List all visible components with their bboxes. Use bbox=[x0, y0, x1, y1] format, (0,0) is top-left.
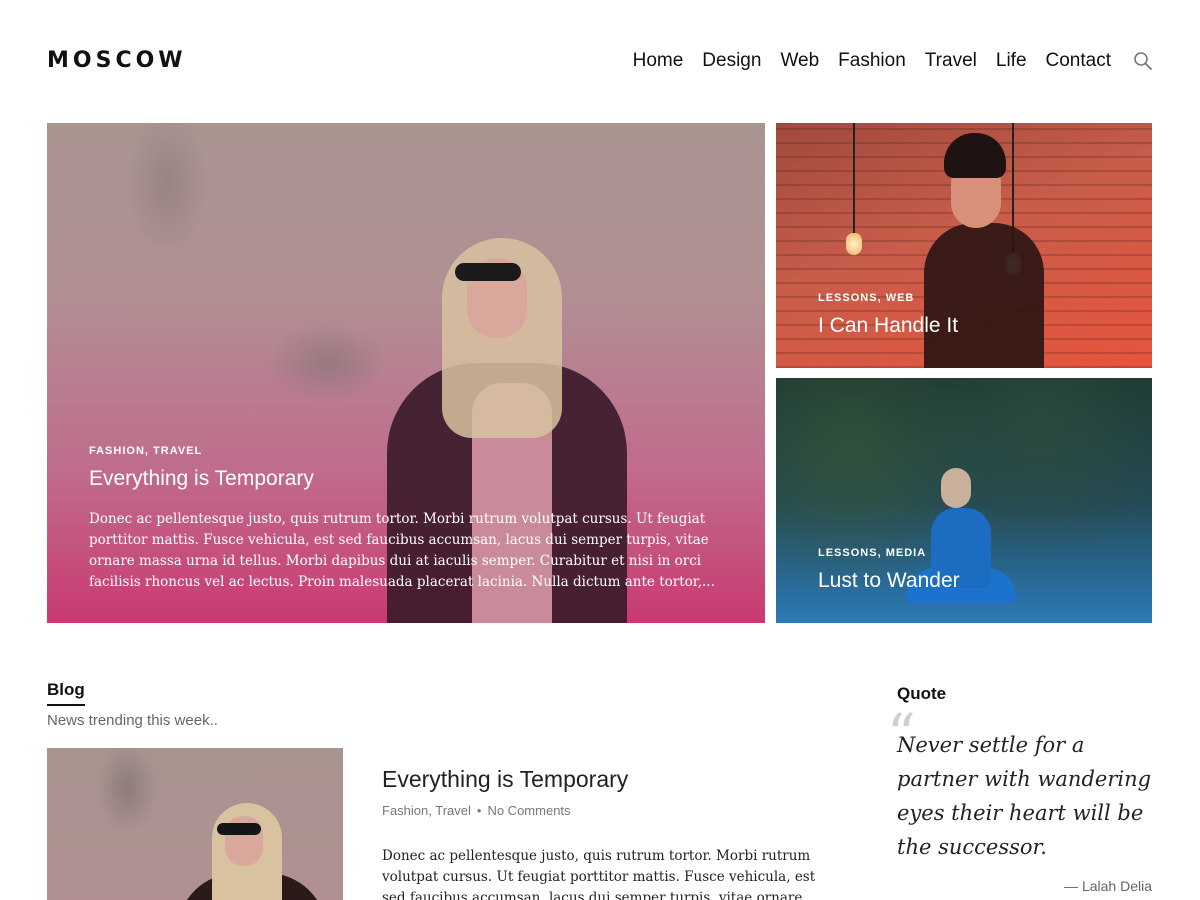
photo-figure-sunglasses bbox=[217, 823, 261, 835]
main-nav: Home Design Web Fashion Travel Life Cont… bbox=[614, 48, 1153, 74]
post-excerpt: Donec ac pellentesque justo, quis rutrum… bbox=[382, 848, 816, 900]
featured-bottom-overlay: Lessons, Media Lust to Wander bbox=[818, 547, 1112, 593]
lamp-wire bbox=[853, 123, 855, 235]
featured-top-card[interactable]: Lessons, Web I Can Handle It bbox=[776, 123, 1152, 368]
site-logo[interactable]: MOSCOW bbox=[47, 48, 187, 73]
featured-top-overlay: Lessons, Web I Can Handle It bbox=[818, 292, 1112, 338]
nav-item-web[interactable]: Web bbox=[780, 50, 819, 72]
quote-author: — Lalah Delia bbox=[1064, 878, 1152, 894]
light-bulb bbox=[846, 233, 862, 255]
comments-link[interactable]: No Comments bbox=[487, 803, 570, 818]
search-icon[interactable] bbox=[1133, 51, 1153, 71]
post-thumbnail[interactable] bbox=[47, 748, 343, 900]
nav-item-contact[interactable]: Contact bbox=[1046, 50, 1111, 72]
featured-main-overlay: Fashion, Travel Everything is Temporary … bbox=[89, 445, 725, 593]
photo-figure-head bbox=[941, 468, 971, 508]
nav-item-fashion[interactable]: Fashion bbox=[838, 50, 906, 72]
nav-item-design[interactable]: Design bbox=[702, 50, 761, 72]
featured-main-excerpt: Donec ac pellentesque justo, quis rutrum… bbox=[89, 511, 715, 590]
featured-bottom-card[interactable]: Lessons, Media Lust to Wander bbox=[776, 378, 1152, 623]
quote-text: Never settle for a partner with wanderin… bbox=[897, 733, 1152, 859]
category-link[interactable]: Fashion bbox=[89, 445, 145, 457]
featured-top-categories: Lessons, Web bbox=[818, 292, 915, 304]
nav-item-home[interactable]: Home bbox=[633, 50, 684, 72]
category-link[interactable]: Web bbox=[886, 292, 915, 304]
blog-section-subtitle: News trending this week.. bbox=[47, 712, 218, 729]
featured-main-categories: Fashion, Travel bbox=[89, 445, 203, 457]
featured-main-title[interactable]: Everything is Temporary bbox=[89, 467, 725, 491]
category-link[interactable]: Media bbox=[886, 547, 926, 559]
category-link[interactable]: Travel bbox=[435, 803, 471, 818]
post-meta: Fashion, Travel • No Comments bbox=[382, 803, 571, 818]
featured-top-title[interactable]: I Can Handle It bbox=[818, 314, 1112, 338]
category-link[interactable]: Lessons bbox=[818, 547, 878, 559]
nav-item-life[interactable]: Life bbox=[996, 50, 1027, 72]
featured-bottom-title[interactable]: Lust to Wander bbox=[818, 569, 1112, 593]
meta-separator: • bbox=[476, 803, 482, 818]
featured-main-card[interactable]: Fashion, Travel Everything is Temporary … bbox=[47, 123, 765, 623]
blog-section-title: Blog bbox=[47, 680, 85, 706]
post-title[interactable]: Everything is Temporary bbox=[382, 766, 628, 793]
featured-bottom-categories: Lessons, Media bbox=[818, 547, 927, 559]
quote-heading: Quote bbox=[897, 684, 947, 703]
category-link[interactable]: Fashion bbox=[382, 803, 428, 818]
nav-item-travel[interactable]: Travel bbox=[925, 50, 977, 72]
category-link[interactable]: Travel bbox=[153, 445, 202, 457]
photo-figure-sunglasses bbox=[455, 263, 521, 281]
category-link[interactable]: Lessons bbox=[818, 292, 878, 304]
